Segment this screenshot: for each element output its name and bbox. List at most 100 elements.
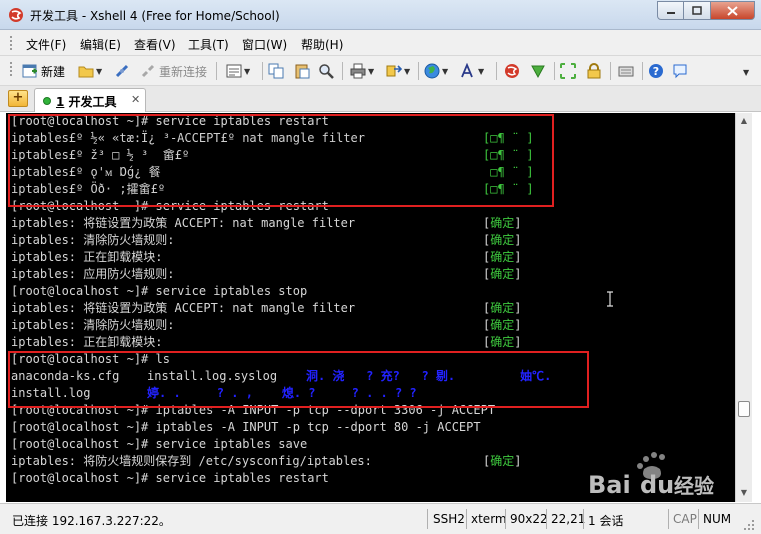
window-title: 开发工具 - Xshell 4 (Free for Home/School) <box>30 9 280 23</box>
status-ok: [确定] <box>483 233 522 247</box>
plus-icon: + <box>12 90 24 105</box>
terminal-line: iptables: 清除防火墙规则: <box>11 233 175 247</box>
folder-icon <box>78 66 94 78</box>
xftp-button[interactable] <box>504 62 520 80</box>
fullscreen-icon <box>560 63 576 79</box>
svg-text:?: ? <box>653 65 659 78</box>
baidu-watermark: Bai du 经验 <box>588 452 714 499</box>
status-separator <box>583 509 584 529</box>
ls-garbled-blue: 洞. 浇 ? 充? ? 剔. 妯℃. <box>306 369 552 383</box>
toolbar-overflow-icon[interactable]: ▼ <box>743 68 749 77</box>
title-bar: 开发工具 - Xshell 4 (Free for Home/School) <box>0 0 761 30</box>
copy-button[interactable] <box>268 62 284 80</box>
terminal-line: anaconda-ks.cfg <box>11 369 120 383</box>
terminal-line: [root@localhost ~]# service iptables sav… <box>11 437 308 451</box>
chat-button[interactable] <box>672 62 688 80</box>
terminal-line: [root@localhost ~]# iptables -A INPUT -p… <box>11 420 481 434</box>
terminal-line: [root@localhost ~]# ls <box>11 352 170 366</box>
terminal-line: iptables: 正在卸载模块: <box>11 335 163 349</box>
scroll-thumb[interactable] <box>738 401 750 417</box>
help-button[interactable]: ? <box>648 62 664 80</box>
terminal-scrollbar[interactable]: ▲ ▼ <box>735 113 752 502</box>
status-bar: 已连接 192.167.3.227:22。 SSH2 xterm 90x22 2… <box>0 503 761 534</box>
status-ok: [确定] <box>483 267 522 281</box>
paste-icon <box>295 64 310 79</box>
xshell-app-icon[interactable] <box>8 7 24 23</box>
terminal-output[interactable]: [root@localhost ~]# service iptables res… <box>6 113 735 502</box>
tab-number: 1 <box>56 95 65 109</box>
font-button[interactable]: ▼ <box>460 62 484 80</box>
protocol-indicator: SSH2 <box>433 512 465 526</box>
paste-button[interactable] <box>294 62 310 80</box>
web-button[interactable]: ▼ <box>424 62 448 80</box>
num-lock-indicator: NUM <box>703 512 732 526</box>
plug-icon <box>115 64 129 78</box>
reconnect-label: 重新连接 <box>159 64 208 79</box>
fullscreen-button[interactable] <box>560 62 576 80</box>
open-button[interactable]: ▼ <box>78 62 102 80</box>
menu-window[interactable]: 窗口(W) <box>242 36 287 53</box>
new-session-label: 新建 <box>41 64 66 79</box>
minimize-button[interactable] <box>657 1 684 20</box>
reconnect-icon <box>141 64 155 78</box>
menu-edit[interactable]: 编辑(E) <box>80 36 121 53</box>
lock-button[interactable] <box>586 62 602 80</box>
chevron-down-icon: ▼ <box>368 66 375 76</box>
xagent-button[interactable] <box>530 62 546 80</box>
keyboard-icon <box>618 66 634 77</box>
find-button[interactable] <box>318 62 334 80</box>
reconnect-button[interactable]: 重新连接 <box>140 62 207 80</box>
status-separator <box>427 509 428 529</box>
xftp-icon <box>505 64 519 78</box>
ls-file: install.log.syslog <box>147 369 278 383</box>
lock-icon <box>587 63 601 79</box>
menu-bar: 文件(F) 编辑(E) 查看(V) 工具(T) 窗口(W) 帮助(H) <box>0 30 761 56</box>
scroll-down-icon[interactable]: ▼ <box>738 487 750 499</box>
status-garbled: [□¶ ¨ ] <box>483 131 534 145</box>
tab-close-icon[interactable]: ✕ <box>131 93 140 106</box>
chevron-down-icon: ▼ <box>442 66 449 76</box>
properties-button[interactable]: ▼ <box>226 62 250 80</box>
ls-garbled-blue: 婷. . ? . , 熄. ? ? . . ? ? <box>147 386 417 400</box>
terminal-line: iptables: 将链设置为政策 ACCEPT: nat mangle fil… <box>11 301 356 315</box>
status-separator <box>546 509 547 529</box>
maximize-icon <box>692 6 702 15</box>
terminal-line: iptables£º ž³ □ ½ ³ 畲£º <box>11 148 190 162</box>
menu-view[interactable]: 查看(V) <box>134 36 176 53</box>
menu-grip[interactable] <box>10 36 13 50</box>
minimize-icon <box>666 11 675 14</box>
print-button[interactable]: ▼ <box>350 62 374 80</box>
toolbar-separator <box>642 62 643 80</box>
connected-status-icon <box>43 97 51 105</box>
font-icon <box>461 63 473 78</box>
new-session-button[interactable]: 新建 <box>22 62 65 80</box>
status-separator <box>698 509 699 529</box>
keyboard-button[interactable] <box>618 62 634 80</box>
maximize-button[interactable] <box>684 1 711 20</box>
toolbar-separator <box>610 62 611 80</box>
copy-icon <box>268 63 284 79</box>
terminal-line: iptables£º ½« «tæ:Ï¿ ³-ACCEPT£º nat mang… <box>11 131 366 145</box>
toolbar-separator <box>554 62 555 80</box>
terminal-line: iptables£º Öð· ;攉畲£º <box>11 182 166 196</box>
watermark-suffix: 经验 <box>674 474 714 498</box>
toolbar-grip[interactable] <box>10 62 13 76</box>
menu-help[interactable]: 帮助(H) <box>301 36 343 53</box>
chevron-down-icon: ▼ <box>244 66 251 76</box>
transfer-button[interactable]: ▼ <box>386 62 410 80</box>
menu-tools[interactable]: 工具(T) <box>188 36 229 53</box>
scroll-up-icon[interactable]: ▲ <box>738 115 750 127</box>
close-button[interactable] <box>711 1 755 20</box>
chevron-down-icon: ▼ <box>404 66 411 76</box>
menu-file[interactable]: 文件(F) <box>26 36 66 53</box>
close-icon <box>727 5 738 16</box>
terminal-line: [root@localhost ~]# iptables -A INPUT -p… <box>11 403 496 417</box>
terminal-line: install.log <box>11 386 91 400</box>
tab-session[interactable]: 1 开发工具 ✕ <box>34 88 146 112</box>
resize-grip-icon[interactable] <box>742 518 756 532</box>
connect-button[interactable] <box>114 62 130 80</box>
status-separator <box>505 509 506 529</box>
properties-icon <box>226 64 242 78</box>
new-tab-button[interactable]: + <box>8 90 28 107</box>
caps-lock-indicator: CAP <box>673 512 697 526</box>
